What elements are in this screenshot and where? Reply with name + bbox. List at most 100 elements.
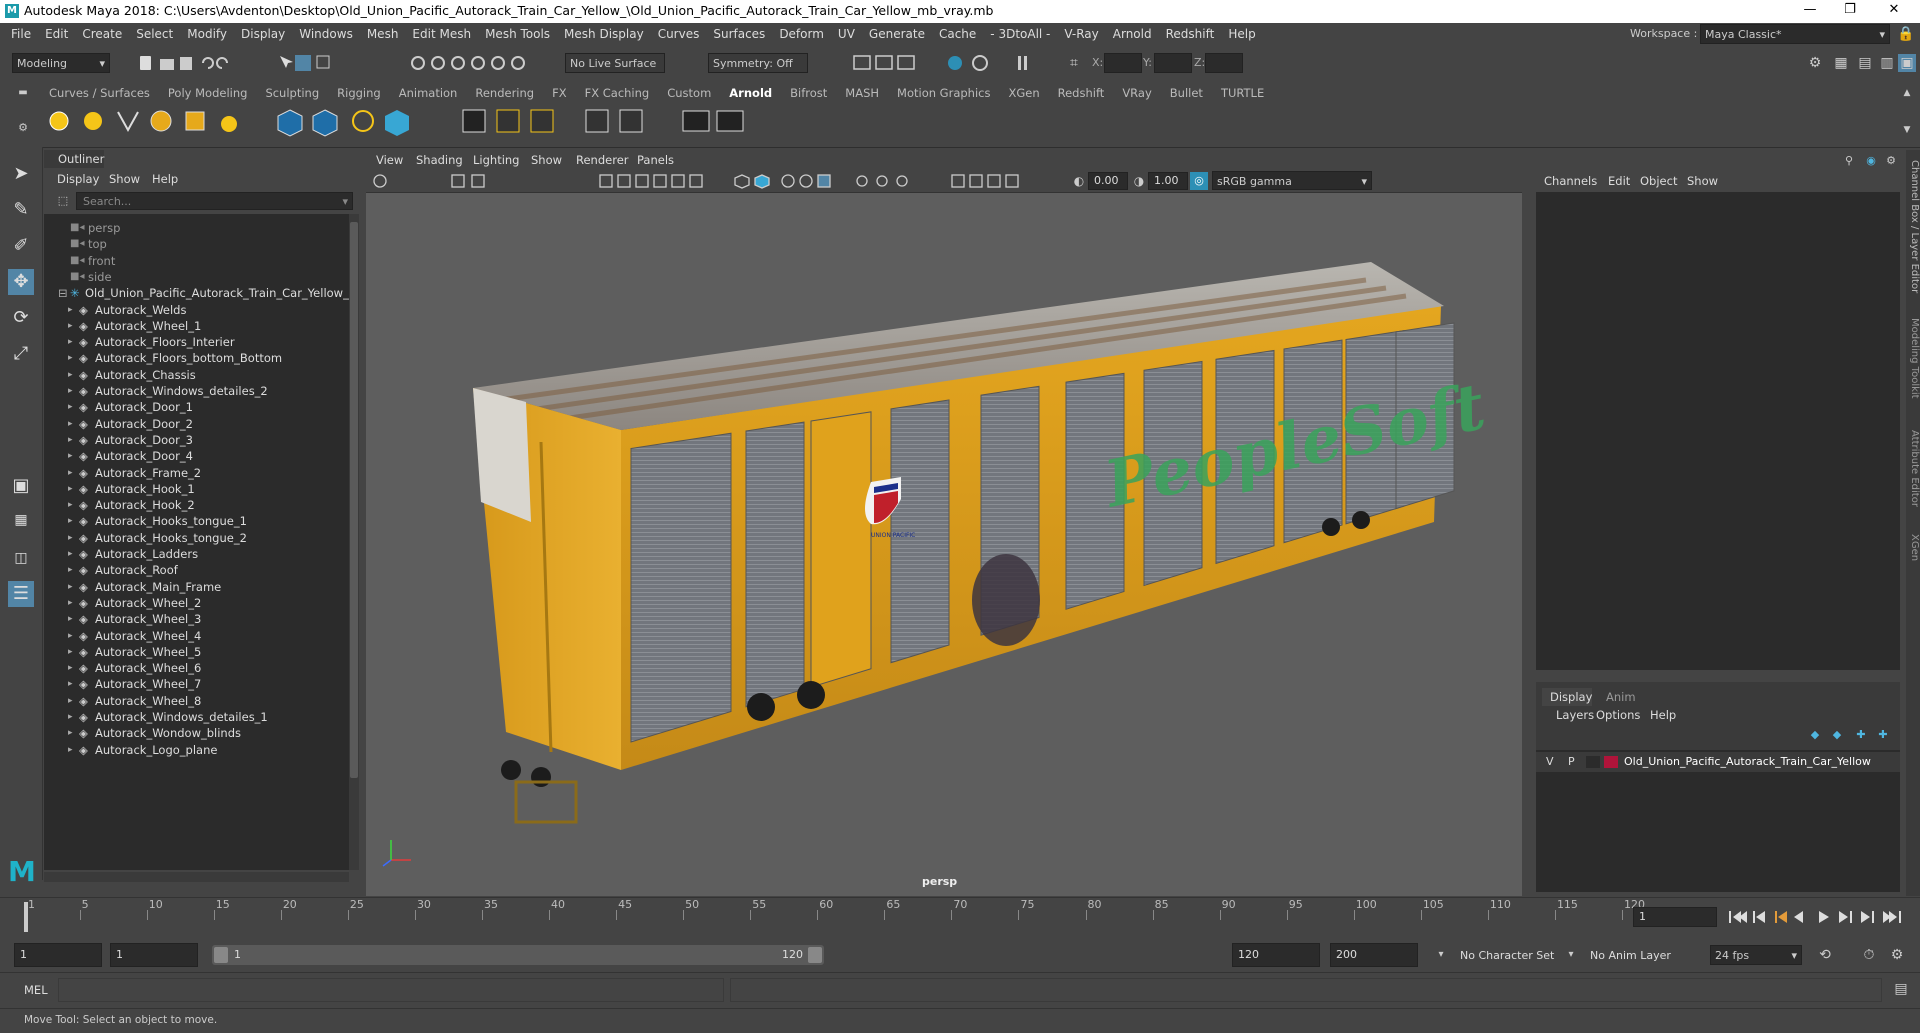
layer-visibility[interactable]: V	[1546, 755, 1554, 768]
outliner-tab[interactable]: Outliner	[44, 150, 104, 168]
playback-controls[interactable]	[1727, 908, 1917, 926]
symmetry-select[interactable]: Symmetry: Off	[708, 53, 808, 73]
attribute-icon[interactable]: ▤	[1856, 54, 1874, 72]
channel-menu-edit[interactable]: Edit	[1608, 174, 1630, 188]
shelf-tab-animation[interactable]: Animation	[390, 83, 467, 103]
minimize-button[interactable]: —	[1790, 2, 1830, 20]
vp-menu-view[interactable]: View	[376, 153, 403, 167]
shelf-tab-mash[interactable]: MASH	[836, 83, 888, 103]
layer-move-down-icon[interactable]: ◆	[1828, 726, 1846, 744]
x-field[interactable]	[1104, 53, 1142, 73]
close-button[interactable]: ✕	[1874, 2, 1914, 20]
anim-end-field[interactable]: 200	[1330, 943, 1418, 967]
menu-mesh-tools[interactable]: Mesh Tools	[478, 23, 557, 45]
menu-help[interactable]: Help	[1221, 23, 1262, 45]
side-tab-attribute-editor[interactable]: Attribute Editor	[1906, 430, 1920, 507]
menu-curves[interactable]: Curves	[651, 23, 707, 45]
shelf-tab-custom[interactable]: Custom	[658, 83, 720, 103]
shelf-tab-arnold[interactable]: Arnold	[720, 83, 781, 103]
viewport-toolbar-icons[interactable]	[372, 172, 1092, 190]
channel-icon-c[interactable]: ⚙	[1882, 152, 1900, 170]
layer-tab-anim[interactable]: Anim	[1606, 690, 1636, 704]
statusline-icons[interactable]	[135, 53, 535, 73]
layer-new-icon[interactable]: ✚	[1852, 726, 1870, 744]
menu-edit[interactable]: Edit	[38, 23, 75, 45]
auto-key-icon[interactable]: ⏱	[1860, 946, 1878, 964]
anim-start-field[interactable]: 1	[110, 943, 198, 967]
vp-menu-show[interactable]: Show	[531, 153, 562, 167]
menu-deform[interactable]: Deform	[772, 23, 831, 45]
current-time-marker[interactable]	[24, 902, 28, 932]
menu-surfaces[interactable]: Surfaces	[706, 23, 772, 45]
y-field[interactable]	[1154, 53, 1192, 73]
loop-icon[interactable]: ⟲	[1816, 946, 1834, 964]
four-view-icon[interactable]: ▦	[8, 507, 34, 533]
shelf-tab-sculpting[interactable]: Sculpting	[256, 83, 328, 103]
fps-select[interactable]: 24 fps ▾	[1710, 945, 1802, 965]
outliner-menu-display[interactable]: Display	[57, 172, 99, 186]
outliner-menu-show[interactable]: Show	[109, 172, 140, 186]
shelf-tab-vray[interactable]: VRay	[1113, 83, 1160, 103]
menu-redshift[interactable]: Redshift	[1159, 23, 1222, 45]
color-space-select[interactable]: sRGB gamma ▾	[1212, 171, 1372, 190]
layer-menu-layers[interactable]: Layers	[1556, 708, 1594, 722]
menu-v-ray[interactable]: V-Ray	[1057, 23, 1105, 45]
layer-color-swatch[interactable]	[1604, 756, 1618, 768]
channel-menu-channels[interactable]: Channels	[1544, 174, 1597, 188]
maximize-button[interactable]: ❐	[1830, 2, 1870, 20]
layer-tab-display[interactable]: Display	[1542, 688, 1592, 706]
toolsettings-icon[interactable]: ▦	[1832, 54, 1850, 72]
script-editor-icon[interactable]: ▤	[1892, 980, 1910, 998]
shelf-tab-curves-surfaces[interactable]: Curves / Surfaces	[40, 83, 159, 103]
two-view-icon[interactable]: ◫	[8, 545, 34, 571]
layout-icon[interactable]: ▣	[1898, 54, 1916, 72]
cmd-language-label[interactable]: MEL	[24, 983, 48, 997]
side-tab-modeling-toolkit[interactable]: Modeling Toolkit	[1906, 318, 1920, 399]
sculpt-icon[interactable]: ⚙	[1806, 54, 1824, 72]
shelf-scroll-up-icon[interactable]: ▲	[1898, 84, 1916, 102]
viewport-panel[interactable]: View Shading Lighting Show Renderer Pane…	[366, 150, 1522, 896]
layer-name[interactable]: Old_Union_Pacific_Autorack_Train_Car_Yel…	[1624, 755, 1871, 768]
layer-playback[interactable]: P	[1568, 755, 1575, 768]
anim-prefs-icon[interactable]: ⚙	[1888, 946, 1906, 964]
outliner-layout-icon[interactable]: ☰	[8, 581, 34, 607]
channel-box-area[interactable]	[1536, 192, 1900, 670]
shelf-tab-xgen[interactable]: XGen	[999, 83, 1048, 103]
menu-windows[interactable]: Windows	[292, 23, 360, 45]
menu-select[interactable]: Select	[129, 23, 180, 45]
exposure-icon[interactable]: ◐	[1070, 172, 1088, 190]
layer-move-up-icon[interactable]: ◆	[1806, 726, 1824, 744]
outliner-scroll-thumb[interactable]	[350, 222, 358, 778]
menu-modify[interactable]: Modify	[180, 23, 234, 45]
vp-menu-panels[interactable]: Panels	[637, 153, 674, 167]
layer-row[interactable]: V P Old_Union_Pacific_Autorack_Train_Car…	[1536, 752, 1900, 772]
shelf-tab-rigging[interactable]: Rigging	[328, 83, 390, 103]
z-field[interactable]	[1205, 53, 1243, 73]
menu-uv[interactable]: UV	[831, 23, 862, 45]
side-tab-channelbox[interactable]: Channel Box / Layer Editor	[1906, 160, 1920, 293]
scale-tool-icon[interactable]: ⤢	[8, 341, 34, 367]
character-set-icon[interactable]: ▾	[1432, 946, 1450, 964]
paint-select-tool-icon[interactable]: ✐	[8, 233, 34, 259]
channel-menu-show[interactable]: Show	[1687, 174, 1718, 188]
shelf-tab-rendering[interactable]: Rendering	[466, 83, 543, 103]
outliner-menu-help[interactable]: Help	[152, 172, 178, 186]
menu-create[interactable]: Create	[75, 23, 129, 45]
outliner-hscrollbar[interactable]	[44, 872, 349, 882]
menu-mesh-display[interactable]: Mesh Display	[557, 23, 651, 45]
shelf-tab-bifrost[interactable]: Bifrost	[781, 83, 836, 103]
anim-layer-icon[interactable]: ▾	[1562, 946, 1580, 964]
shelf-tab-fx[interactable]: FX	[543, 83, 576, 103]
shelf-tab-poly-modeling[interactable]: Poly Modeling	[159, 83, 257, 103]
menu-file[interactable]: File	[4, 23, 38, 45]
menu-display[interactable]: Display	[234, 23, 292, 45]
shelf-tab-turtle[interactable]: TURTLE	[1212, 83, 1273, 103]
vp-menu-renderer[interactable]: Renderer	[576, 153, 629, 167]
channel-icon-a[interactable]: ⚲	[1840, 152, 1858, 170]
input-line-icon[interactable]: ⌗	[1065, 54, 1083, 72]
character-set-label[interactable]: No Character Set	[1460, 949, 1554, 962]
render-icons[interactable]	[850, 53, 1050, 73]
single-view-icon[interactable]: ▣	[8, 473, 34, 499]
shelf-menu-icon[interactable]: ▬	[14, 84, 32, 102]
range-slider-start-handle[interactable]	[214, 947, 228, 963]
